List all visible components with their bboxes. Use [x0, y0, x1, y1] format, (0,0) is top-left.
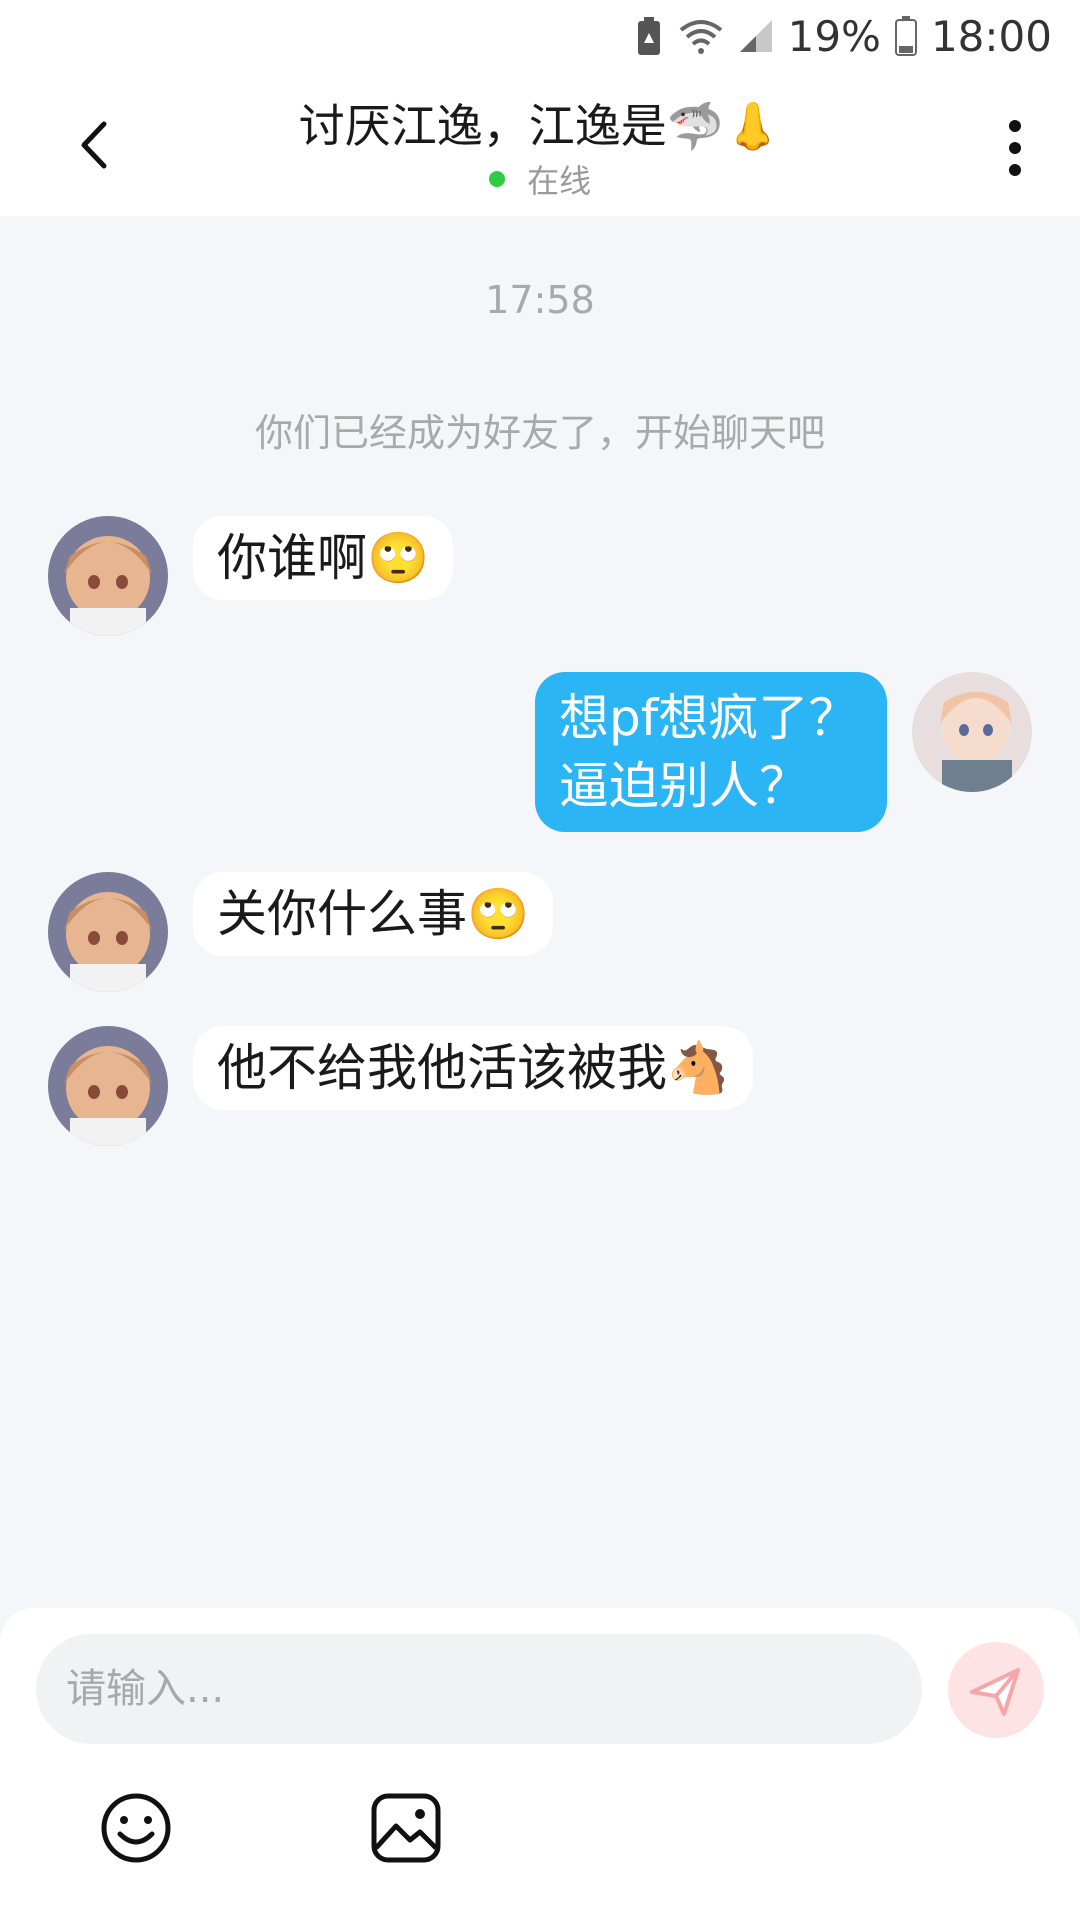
- contact-avatar[interactable]: [48, 1026, 168, 1146]
- message-bubble-outgoing[interactable]: 想pf想疯了？ 逼迫别人？: [535, 672, 887, 832]
- system-message: 你们已经成为好友了，开始聊天吧: [254, 411, 825, 455]
- send-button[interactable]: [948, 1642, 1044, 1738]
- message-text-line2: 逼迫别人？: [559, 757, 809, 815]
- send-icon: [970, 1668, 1020, 1716]
- message-bubble-incoming[interactable]: 关你什么事🙄: [193, 872, 554, 956]
- battery-percent: 19%: [787, 11, 881, 61]
- emoji-button[interactable]: [96, 1788, 176, 1868]
- message-text: 你谁啊🙄: [217, 529, 430, 587]
- status-time: 18:00: [930, 11, 1052, 61]
- emoji-icon: [101, 1793, 171, 1863]
- wifi-icon: [678, 16, 724, 56]
- online-label: 在线: [527, 162, 592, 200]
- my-avatar[interactable]: [912, 672, 1032, 792]
- online-status: 在线: [0, 156, 1080, 202]
- signal-icon: [738, 18, 774, 54]
- status-bar: 19% 18:00: [0, 0, 1080, 72]
- more-vertical-icon: [1009, 120, 1021, 176]
- battery-saver-icon: [634, 15, 664, 57]
- message-text: 他不给我他活该被我🐴: [217, 1039, 730, 1097]
- message-bubble-incoming[interactable]: 他不给我他活该被我🐴: [193, 1026, 754, 1110]
- contact-avatar[interactable]: [48, 872, 168, 992]
- contact-avatar[interactable]: [48, 516, 168, 636]
- composer: [0, 1608, 1080, 1920]
- message-input[interactable]: [36, 1634, 922, 1744]
- chat-header: 讨厌江逸，江逸是🦈👃 在线: [0, 72, 1080, 216]
- chat-title: 讨厌江逸，江逸是🦈👃: [298, 99, 782, 153]
- message-text: 关你什么事🙄: [217, 885, 530, 943]
- more-button[interactable]: [990, 114, 1040, 184]
- image-icon: [371, 1793, 441, 1863]
- chat-timestamp: 17:58: [485, 278, 595, 322]
- battery-icon: [894, 16, 917, 56]
- image-button[interactable]: [366, 1788, 446, 1868]
- message-bubble-incoming[interactable]: 你谁啊🙄: [193, 516, 454, 600]
- message-text-line1: 想pf想疯了？: [559, 689, 859, 747]
- online-dot: [488, 171, 505, 187]
